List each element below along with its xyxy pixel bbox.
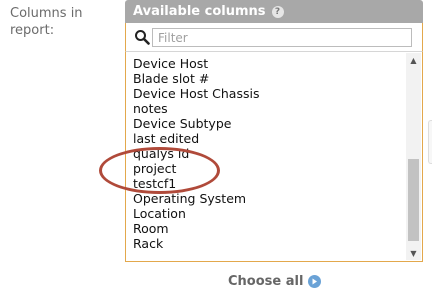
list-item[interactable]: qualys id <box>133 146 259 161</box>
side-tab[interactable] <box>428 120 432 164</box>
list-item[interactable]: Blade slot # <box>133 71 259 86</box>
columns-listbox[interactable]: Device Host Blade slot # Device Host Chass… <box>125 51 423 262</box>
filter-input[interactable] <box>152 28 412 47</box>
list-item[interactable]: Device Host Chassis <box>133 86 259 101</box>
search-icon <box>135 30 150 45</box>
scrollbar[interactable]: ▲ ▼ <box>406 53 421 260</box>
list-item[interactable]: Room <box>133 221 259 236</box>
list-item[interactable]: testcf1 <box>133 176 259 191</box>
columns-in-report-label: Columns in report: <box>10 5 83 39</box>
list-item[interactable]: project <box>133 161 259 176</box>
panel-header: Available columns ? <box>125 0 423 23</box>
label-line-1: Columns in <box>10 6 83 21</box>
scroll-down-icon[interactable]: ▼ <box>406 246 421 260</box>
column-list: Device Host Blade slot # Device Host Chass… <box>133 56 259 251</box>
list-item[interactable]: Rack <box>133 236 259 251</box>
list-item[interactable]: Device Subtype <box>133 116 259 131</box>
help-icon[interactable]: ? <box>271 5 284 18</box>
scroll-thumb[interactable] <box>408 159 419 241</box>
label-line-2: report: <box>10 23 55 38</box>
list-item[interactable]: notes <box>133 101 259 116</box>
list-item[interactable]: Device Host <box>133 56 259 71</box>
available-columns-panel: Available columns ? Device HostBlade slo… <box>125 0 423 262</box>
list-item[interactable]: Operating System <box>133 191 259 206</box>
list-item[interactable]: last edited <box>133 131 259 146</box>
choose-all-label: Choose all <box>228 274 304 289</box>
list-item[interactable]: Location <box>133 206 259 221</box>
scroll-up-icon[interactable]: ▲ <box>406 53 421 67</box>
filter-row <box>125 23 423 51</box>
arrow-right-circle-icon <box>308 275 322 288</box>
panel-title: Available columns <box>133 4 266 19</box>
choose-all-button[interactable]: Choose all <box>228 274 322 289</box>
